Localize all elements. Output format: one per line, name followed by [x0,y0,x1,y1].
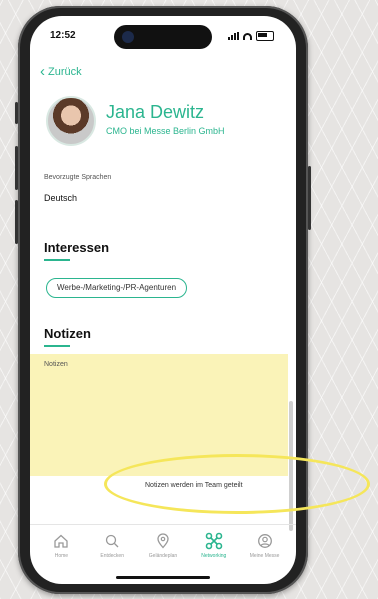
battery-icon [256,31,274,41]
power-button [308,166,311,230]
dynamic-island [114,25,212,49]
home-indicator [116,576,210,579]
notes-title: Notizen [44,326,91,341]
volume-down-button [15,200,18,244]
back-label: Zurück [48,66,82,78]
tab-home[interactable]: Home [38,525,84,574]
interests-title: Interessen [44,240,110,255]
profile-icon [257,531,273,551]
interests-underline [44,259,70,261]
avatar [46,96,96,146]
tab-label-home: Home [54,553,69,559]
languages-value: Deutsch [44,193,78,203]
back-button[interactable]: ‹ Zurück [40,63,82,80]
tab-label-networking: Networking [201,553,227,559]
networking-icon [205,531,223,551]
profile-role: CMO bei Messe Berlin GmbH [106,126,225,136]
notes-underline [44,345,70,347]
tab-label-gelaendeplan: Geländeplan [148,553,178,559]
tab-bar: Home Entdecken Geländeplan Networking Me… [30,524,296,574]
status-time: 12:52 [50,30,76,41]
tab-meine-messe[interactable]: Meine Messe [242,525,288,574]
wifi-icon [243,32,252,40]
languages-label: Bevorzugte Sprachen [44,174,112,181]
highlight-ellipse [104,454,370,514]
tab-entdecken[interactable]: Entdecken [89,525,135,574]
home-icon [53,531,69,551]
chevron-left-icon: ‹ [40,63,45,80]
volume-up-button [15,146,18,190]
camera-icon [122,31,134,43]
interest-chip[interactable]: Werbe-/Marketing-/PR-Agenturen [46,278,188,298]
tab-label-entdecken: Entdecken [100,553,124,559]
mute-switch [15,102,18,124]
tab-gelaendeplan[interactable]: Geländeplan [140,525,186,574]
map-pin-icon [155,531,171,551]
tab-networking[interactable]: Networking [191,525,237,574]
status-icons [228,31,274,41]
search-icon [104,531,120,551]
tab-label-meine-messe: Meine Messe [249,553,280,559]
notes-placeholder: Notizen [44,361,68,368]
signal-icon [228,32,239,40]
profile-name: Jana Dewitz [106,102,205,122]
